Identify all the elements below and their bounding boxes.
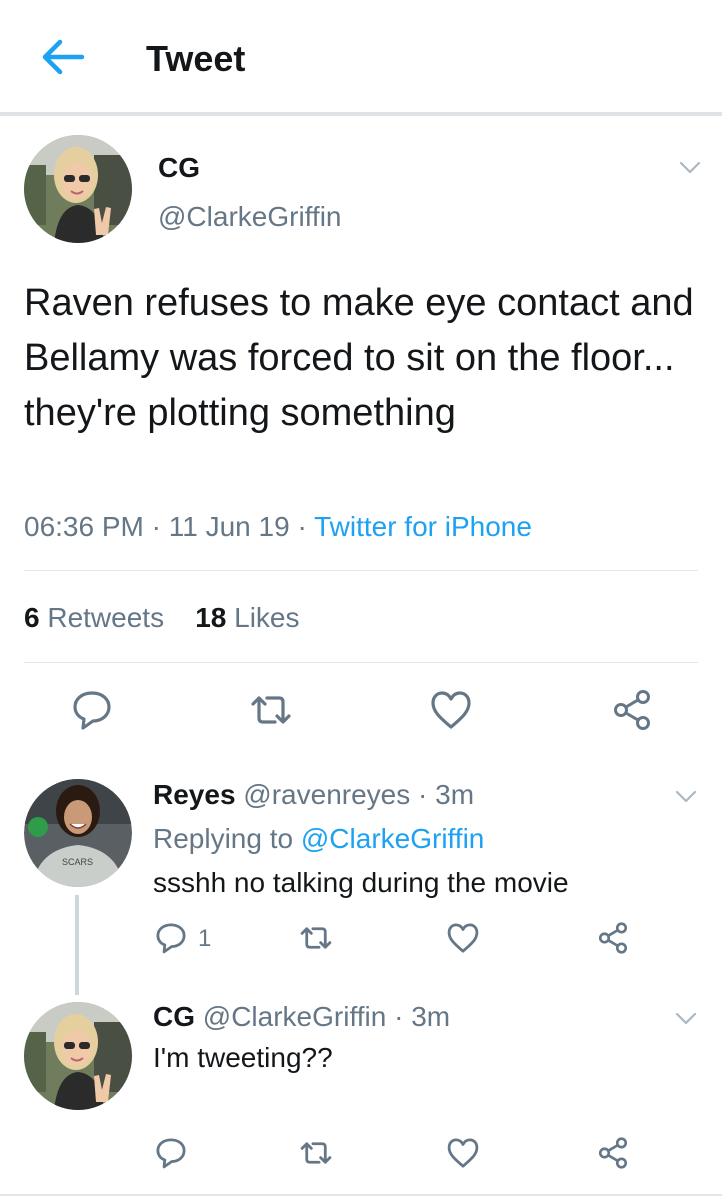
chevron-down-icon[interactable] — [675, 1012, 697, 1026]
reply-author-name[interactable]: Reyes — [153, 779, 236, 810]
reply-author-name[interactable]: CG — [153, 1001, 195, 1032]
avatar[interactable] — [24, 135, 132, 243]
meta-separator: · — [394, 1001, 404, 1032]
reply-text: I'm tweeting?? — [153, 1042, 333, 1073]
retweet-icon[interactable] — [299, 921, 333, 955]
retweet-icon[interactable] — [299, 1136, 333, 1170]
reply-icon[interactable] — [154, 921, 188, 955]
like-icon[interactable] — [446, 1136, 480, 1170]
share-icon[interactable] — [596, 921, 630, 955]
svg-text:SCARS: SCARS — [62, 857, 93, 867]
likes-label: Likes — [234, 602, 300, 633]
retweets-stat[interactable]: 6 Retweets — [24, 602, 164, 633]
divider — [24, 570, 698, 571]
reply-header: CG @ClarkeGriffin · 3m — [153, 1001, 450, 1033]
page-title: Tweet — [146, 38, 246, 79]
replying-to: Replying to @ClarkeGriffin — [153, 823, 484, 855]
replying-to-prefix: Replying to — [153, 823, 294, 854]
share-icon[interactable] — [610, 688, 654, 732]
retweet-icon[interactable] — [249, 688, 293, 732]
arrow-left-icon[interactable] — [38, 32, 88, 82]
tweet-date: 11 Jun 19 — [168, 511, 290, 542]
reply-text: ssshh no talking during the movie — [153, 867, 569, 898]
divider — [0, 1194, 722, 1196]
like-icon[interactable] — [429, 688, 473, 732]
tweet-meta: 06:36 PM · 11 Jun 19 · Twitter for iPhon… — [24, 511, 532, 543]
divider — [24, 662, 698, 663]
top-bar — [0, 0, 722, 112]
tweet-source-link[interactable]: Twitter for iPhone — [314, 511, 532, 542]
thread-line — [75, 895, 79, 995]
chevron-down-icon[interactable] — [679, 161, 701, 175]
reply-icon[interactable] — [70, 688, 114, 732]
author-name[interactable]: CG — [158, 152, 200, 184]
retweets-count: 6 — [24, 602, 40, 633]
author-handle[interactable]: @ClarkeGriffin — [158, 201, 342, 233]
avatar[interactable] — [24, 1002, 132, 1110]
reply-author-handle[interactable]: @ravenreyes — [243, 779, 410, 810]
reply-time: 3m — [435, 779, 475, 810]
likes-stat[interactable]: 18 Likes — [195, 602, 299, 633]
replying-to-mention[interactable]: @ClarkeGriffin — [301, 823, 485, 854]
avatar[interactable]: SCARS — [24, 779, 132, 887]
reply-icon[interactable] — [154, 1136, 188, 1170]
meta-separator: · — [151, 511, 161, 542]
tweet-text: Raven refuses to make eye contact and Be… — [24, 282, 694, 434]
like-icon[interactable] — [446, 921, 480, 955]
likes-count: 18 — [195, 602, 227, 633]
reply-header: Reyes @ravenreyes · 3m — [153, 779, 474, 811]
share-icon[interactable] — [596, 1136, 630, 1170]
reply-time: 3m — [411, 1001, 451, 1032]
header-divider — [0, 112, 722, 116]
retweets-label: Retweets — [47, 602, 165, 633]
meta-separator: · — [297, 511, 307, 542]
reply-count: 1 — [198, 925, 212, 952]
reply-author-handle[interactable]: @ClarkeGriffin — [203, 1001, 387, 1032]
tweet-stats: 6 Retweets 18 Likes — [24, 602, 300, 634]
tweet-time: 06:36 PM — [24, 511, 144, 542]
meta-separator: · — [418, 779, 428, 810]
chevron-down-icon[interactable] — [675, 790, 697, 804]
